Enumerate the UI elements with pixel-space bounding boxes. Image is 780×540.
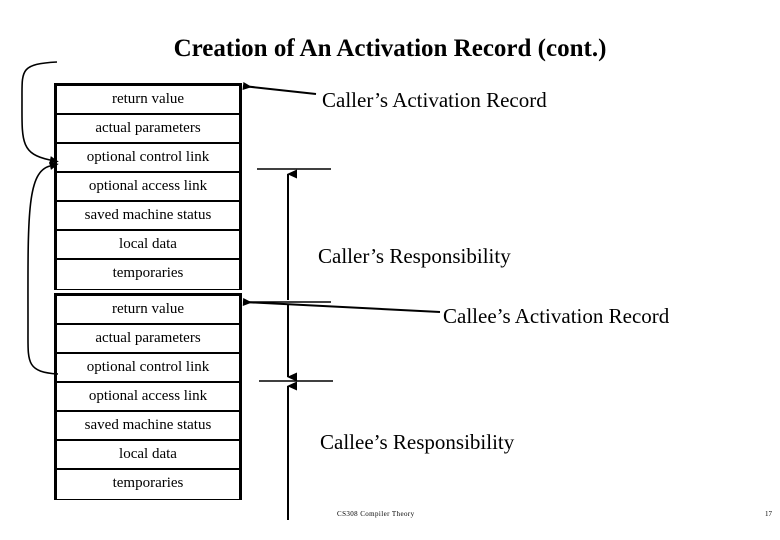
table-row: optional access link	[57, 383, 239, 412]
slide-canvas: Creation of An Activation Record (cont.)…	[0, 0, 780, 540]
table-row: local data	[57, 231, 239, 260]
footer-page-number: 17	[765, 510, 772, 518]
incoming-control-link-curve	[21, 61, 59, 164]
table-row: optional control link	[57, 144, 239, 173]
table-row: saved machine status	[57, 412, 239, 441]
footer-course-note: CS308 Compiler Theory	[337, 510, 415, 518]
table-row: saved machine status	[57, 202, 239, 231]
table-row: local data	[57, 441, 239, 470]
caller-activation-record-leader-arrow	[242, 82, 317, 95]
page-title: Creation of An Activation Record (cont.)	[173, 35, 607, 62]
caller-responsibility-span	[249, 168, 331, 303]
table-row: optional control link	[57, 354, 239, 383]
table-row: temporaries	[57, 470, 239, 499]
caller-activation-record-table: return value actual parameters optional …	[54, 83, 242, 290]
table-row: actual parameters	[57, 115, 239, 144]
table-row: return value	[57, 296, 239, 325]
table-row: return value	[57, 86, 239, 115]
caller-responsibility-label: Caller’s Responsibility	[318, 244, 511, 268]
table-row: actual parameters	[57, 325, 239, 354]
table-row: optional access link	[57, 173, 239, 202]
caller-activation-record-label: Caller’s Activation Record	[322, 88, 547, 112]
callee-activation-record-label: Callee’s Activation Record	[443, 304, 670, 328]
callee-activation-record-table: return value actual parameters optional …	[54, 293, 242, 500]
callee-activation-record-leader-arrow	[242, 298, 441, 313]
callee-responsibility-label: Callee’s Responsibility	[320, 430, 515, 454]
table-row: temporaries	[57, 260, 239, 289]
callee-responsibility-span	[259, 304, 333, 520]
